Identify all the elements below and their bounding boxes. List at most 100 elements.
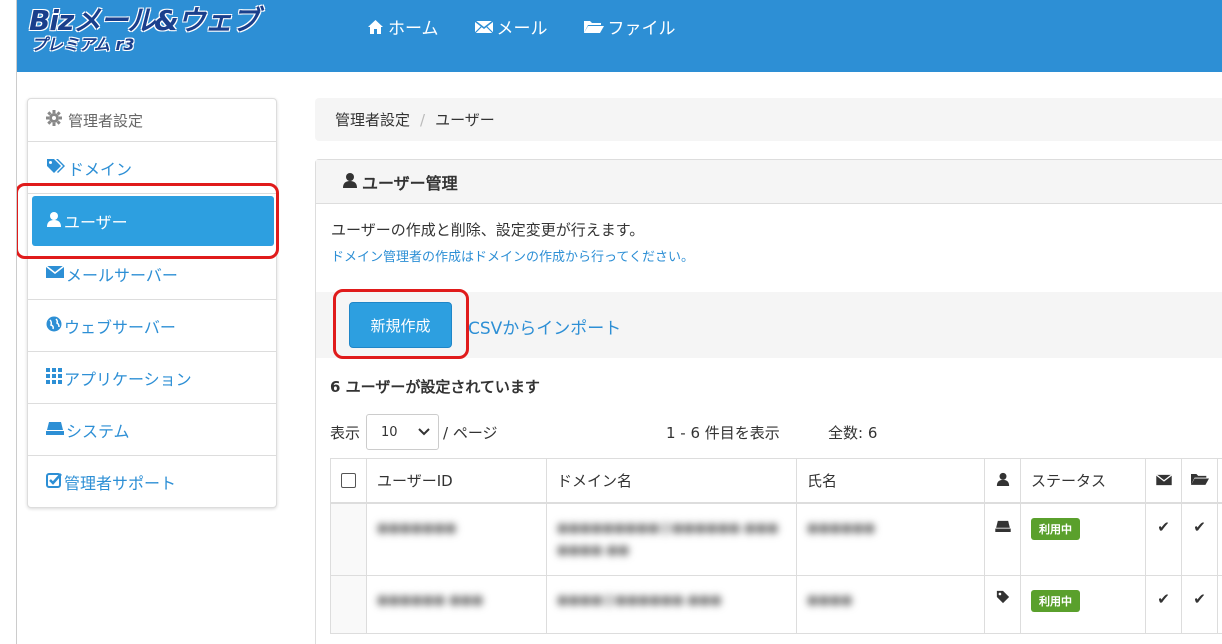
header-domain[interactable]: ドメイン名 <box>547 459 797 502</box>
logo-sub-text: プレミアム r3 <box>31 35 135 54</box>
check-icon: ✔ <box>1157 590 1170 608</box>
per-page-select[interactable]: 10 <box>366 414 440 450</box>
header-checkbox-cell <box>330 459 367 502</box>
per-page-label: 表示 <box>330 423 361 442</box>
cell-status: 利用中 <box>1021 576 1146 633</box>
brand-logo[interactable]: Bizメール&ウェブ プレミアム r3 <box>29 6 289 62</box>
nav-mail[interactable]: メール <box>474 14 548 39</box>
per-page-value: 10 <box>381 424 398 440</box>
user-id-value[interactable]: ●●●●●● ●●● <box>377 590 483 612</box>
nav-home[interactable]: ホーム <box>367 14 439 39</box>
drive-icon <box>46 420 64 439</box>
sidebar-item-mail-server[interactable]: メールサーバー <box>28 248 276 300</box>
chevron-down-icon <box>418 425 430 440</box>
cell-name: ●●●●●● <box>797 504 985 575</box>
sidebar-item-label: ウェブサーバー <box>64 317 176 337</box>
status-badge: 利用中 <box>1031 590 1080 612</box>
globe-icon <box>46 316 62 336</box>
admin-sidebar: 管理者設定 ドメイン ユーザー メールサーバー ウェブサーバー アプリケーション… <box>27 98 277 508</box>
cell-mail: ✔ <box>1146 504 1182 575</box>
nav-mail-label: メール <box>496 19 548 39</box>
top-header: Bizメール&ウェブ プレミアム r3 ホーム メール ファイル <box>17 0 1222 72</box>
cell-name: ●●●● <box>797 576 985 633</box>
cell-user-id: ●●●●●●● <box>367 504 547 575</box>
user-table: ユーザーID ドメイン名 氏名 ステータス ●●●●●●● ●●●●●●●●●@… <box>330 458 1222 634</box>
breadcrumb-root[interactable]: 管理者設定 <box>335 109 410 130</box>
nav-home-label: ホーム <box>388 19 439 39</box>
cell-user-id: ●●●●●● ●●● <box>367 576 547 633</box>
home-icon <box>367 19 384 35</box>
user-management-panel: ユーザー管理 ユーザーの作成と削除、設定変更が行えます。 ドメイン管理者の作成は… <box>315 159 1222 644</box>
header-mail <box>1146 459 1182 502</box>
cell-status: 利用中 <box>1021 504 1146 575</box>
envelope-icon <box>1155 472 1172 490</box>
action-bar: 新規作成 CSVからインポート <box>316 289 1222 359</box>
sidebar-item-label: システム <box>66 421 130 441</box>
sidebar-item-label: 管理者サポート <box>64 474 177 493</box>
check-square-icon <box>46 472 62 492</box>
table-row[interactable]: ●●●●●●● ●●●●●●●●●@●●●●●●.●●● ●●●●.●● ●●●… <box>330 504 1222 576</box>
drive-icon <box>994 518 1011 536</box>
sidebar-item-label: アプリケーション <box>64 369 192 389</box>
name-value: ●●●●●● <box>807 521 876 536</box>
check-icon: ✔ <box>1193 590 1206 608</box>
sidebar-item-label: ユーザー <box>64 213 128 232</box>
cell-file: ✔ <box>1182 576 1218 633</box>
sidebar-heading-label: 管理者設定 <box>68 111 144 130</box>
envelope-icon <box>45 264 65 283</box>
user-id-value[interactable]: ●●●●●●● <box>377 518 456 540</box>
app-frame: Bizメール&ウェブ プレミアム r3 ホーム メール ファイル 管理者設定 ド… <box>16 0 1222 644</box>
breadcrumb-current: ユーザー <box>435 111 495 129</box>
cell-role <box>985 576 1021 633</box>
cell-mail: ✔ <box>1146 576 1182 633</box>
user-count-text: 6 ユーザーが設定されています <box>330 378 540 396</box>
range-text: 1 - 6 件目を表示 <box>666 424 780 442</box>
folder-icon <box>1190 472 1209 490</box>
panel-description: ユーザーの作成と削除、設定変更が行えます。 <box>331 221 645 239</box>
sidebar-item-application[interactable]: アプリケーション <box>28 352 276 404</box>
select-all-checkbox[interactable] <box>341 473 356 488</box>
sidebar-item-web-server[interactable]: ウェブサーバー <box>28 300 276 352</box>
cell-file: ✔ <box>1182 504 1218 575</box>
tags-icon <box>46 158 66 178</box>
row-select-cell <box>330 504 367 575</box>
cell-domain: ●●●●●●●●●@●●●●●●.●●● ●●●●.●● <box>547 504 797 575</box>
sidebar-item-label: ドメイン <box>68 159 133 179</box>
domain-value: ●●●●@●●●●●●.●●● <box>557 593 722 608</box>
envelope-icon <box>474 19 493 34</box>
cell-domain: ●●●●@●●●●●●.●●● <box>547 576 797 633</box>
header-name[interactable]: 氏名 <box>797 459 985 502</box>
panel-note: ドメイン管理者の作成はドメインの作成から行ってください。 <box>331 250 694 265</box>
user-icon <box>996 472 1010 490</box>
sidebar-item-user[interactable]: ユーザー <box>32 196 274 246</box>
tag-icon <box>996 590 1010 608</box>
csv-import-link[interactable]: CSVからインポート <box>468 314 621 339</box>
user-icon <box>46 211 62 231</box>
sidebar-heading: 管理者設定 <box>28 99 276 142</box>
cell-role <box>985 504 1021 575</box>
grid-icon <box>46 367 62 388</box>
header-status[interactable]: ステータス <box>1021 459 1146 502</box>
sidebar-item-admin-support[interactable]: 管理者サポート <box>28 456 276 508</box>
per-page-control: 表示 10 / ページ <box>330 414 498 450</box>
top-nav: ホーム メール ファイル <box>367 14 676 39</box>
sidebar-item-domain[interactable]: ドメイン <box>28 142 276 194</box>
table-row[interactable]: ●●●●●● ●●● ●●●●@●●●●●●.●●● ●●●● 利用中 ✔ ✔ <box>330 576 1222 634</box>
breadcrumb: 管理者設定 / ユーザー <box>315 98 1222 141</box>
header-role <box>985 459 1021 502</box>
folder-icon <box>583 19 604 34</box>
panel-title: ユーザー管理 <box>362 173 458 193</box>
logo-main-text: Bizメール&ウェブ <box>29 4 260 37</box>
breadcrumb-separator: / <box>420 110 426 129</box>
total-text: 全数: 6 <box>828 424 878 442</box>
panel-header: ユーザー管理 <box>316 160 1222 204</box>
user-icon <box>342 172 358 192</box>
row-select-cell <box>330 576 367 633</box>
sidebar-item-label: メールサーバー <box>66 265 178 285</box>
header-user-id[interactable]: ユーザーID <box>367 459 547 502</box>
new-user-button[interactable]: 新規作成 <box>349 302 452 348</box>
status-badge: 利用中 <box>1031 518 1080 540</box>
domain-value: ●●●●●●●●●@●●●●●●.●●● ●●●●.●● <box>557 521 779 558</box>
nav-file[interactable]: ファイル <box>583 14 676 39</box>
sidebar-item-system[interactable]: システム <box>28 404 276 456</box>
